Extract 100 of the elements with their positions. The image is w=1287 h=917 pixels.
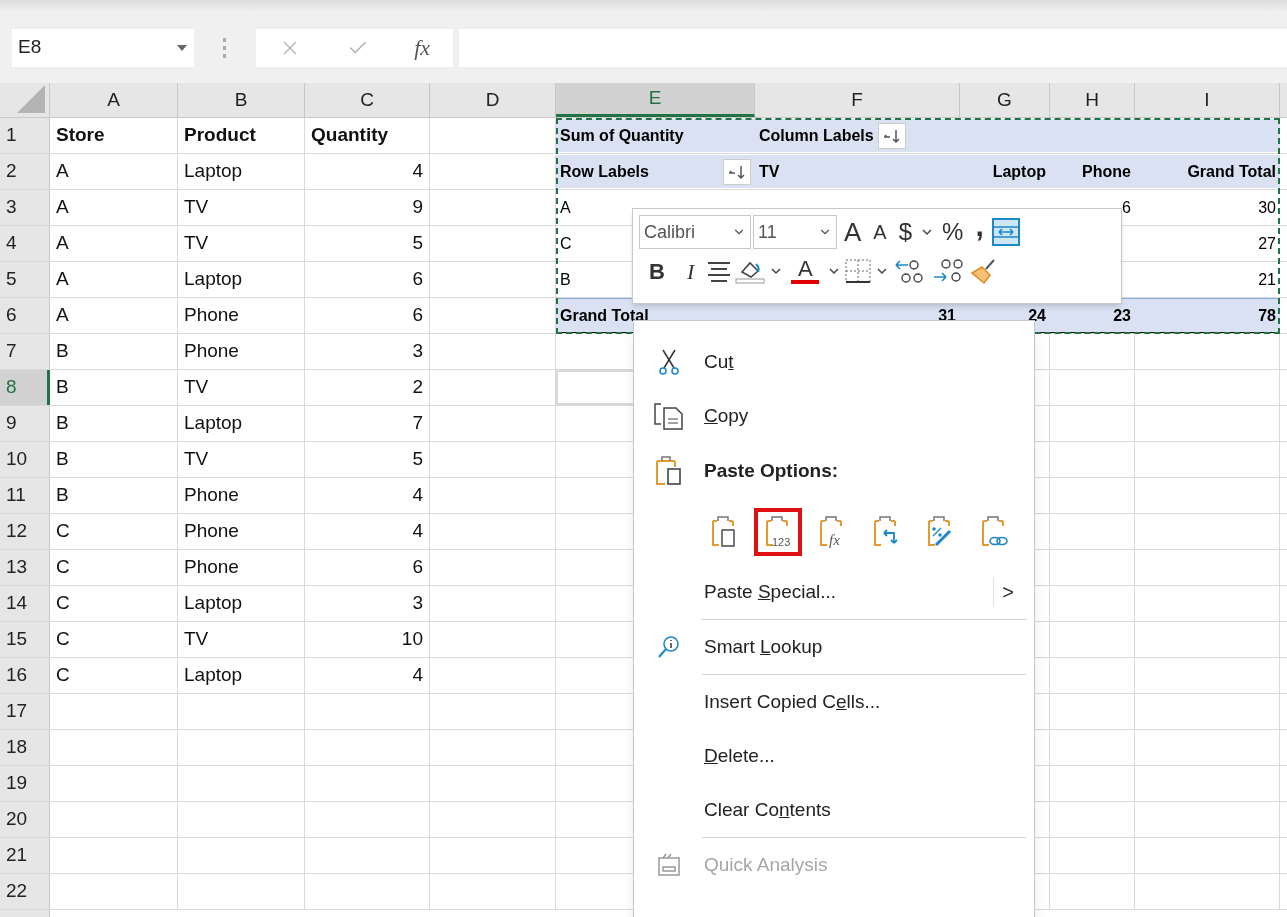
row-header[interactable]: 10: [0, 442, 50, 477]
row-header[interactable]: 14: [0, 586, 50, 621]
table-cell-text: Store: [56, 123, 105, 148]
font-color-button[interactable]: A: [786, 255, 825, 287]
menu-item[interactable]: Delete...: [634, 729, 1034, 783]
format-button[interactable]: %: [937, 216, 969, 248]
insert-function-button[interactable]: fx: [414, 31, 431, 64]
row-header[interactable]: 9: [0, 406, 50, 441]
table-cell-text: Phone: [184, 555, 239, 580]
table-cell-text: 5: [412, 231, 423, 256]
menu-item[interactable]: Copy: [634, 389, 1034, 443]
row-header[interactable]: 19: [0, 766, 50, 801]
pivot-cell-text: Column Labels: [759, 125, 874, 146]
column-header[interactable]: F: [755, 83, 960, 117]
filter-button[interactable]: [723, 158, 751, 185]
column-header[interactable]: C: [305, 83, 430, 117]
row-header[interactable]: 7: [0, 334, 50, 369]
column-header[interactable]: A: [50, 83, 178, 117]
pivot-column-header: TV: [755, 155, 960, 188]
row-header[interactable]: 18: [0, 730, 50, 765]
column-header[interactable]: G: [960, 83, 1050, 117]
row-header[interactable]: 1: [0, 118, 50, 153]
row-header[interactable]: 21: [0, 838, 50, 873]
table-cell-text: Phone: [184, 483, 239, 508]
table-cell-text: A: [56, 303, 69, 328]
row-header[interactable]: 22: [0, 874, 50, 909]
table-cell-text: A: [56, 231, 69, 256]
row-header[interactable]: 13: [0, 550, 50, 585]
pivot-column-header: Grand Total: [1135, 155, 1280, 188]
font-dropdown[interactable]: Calibri: [639, 215, 751, 249]
table-cell-text: Phone: [184, 303, 239, 328]
borders-icon[interactable]: [844, 258, 873, 284]
row-header[interactable]: 17: [0, 694, 50, 729]
table-cell-text: B: [56, 375, 69, 400]
table-cell-text: A: [56, 195, 69, 220]
table-cell-text: Laptop: [184, 159, 243, 184]
filter-button[interactable]: [877, 122, 906, 149]
row-header[interactable]: 2: [0, 154, 50, 189]
sort-icon: [727, 163, 747, 180]
table-cell-text: TV: [184, 627, 209, 652]
paste-option-button[interactable]: fx: [808, 508, 856, 556]
table-cell-text: Laptop: [184, 591, 243, 616]
pivot-cell: Sum of Quantity: [556, 119, 755, 152]
menu-item: Quick Analysis: [634, 838, 1034, 892]
paste-option-button[interactable]: 123: [754, 508, 802, 556]
row-header[interactable]: 15: [0, 622, 50, 657]
menu-item[interactable]: Clear Contents: [634, 783, 1034, 837]
wrap-icon[interactable]: [990, 217, 1021, 247]
align-icon[interactable]: [706, 260, 733, 282]
shrink-font-button[interactable]: A: [868, 216, 892, 248]
caret-icon[interactable]: [770, 267, 783, 275]
table-cell-text: Phone: [184, 339, 239, 364]
row-header[interactable]: 20: [0, 802, 50, 837]
row-header[interactable]: 5: [0, 262, 50, 297]
table-cell-text: 9: [412, 195, 423, 220]
row-header[interactable]: 11: [0, 478, 50, 513]
drag-handle-icon[interactable]: [222, 36, 228, 59]
comma-style-button[interactable]: ,: [970, 216, 989, 248]
table-cell-text: 10: [401, 627, 423, 652]
table-cell-text: 3: [412, 339, 423, 364]
table-cell-text: 4: [412, 483, 423, 508]
row-header[interactable]: 12: [0, 514, 50, 549]
column-header[interactable]: I: [1135, 83, 1280, 117]
column-header[interactable]: H: [1050, 83, 1135, 117]
menu-item[interactable]: Paste Special... >: [634, 565, 1034, 619]
table-cell-text: 4: [412, 519, 423, 544]
menu-item[interactable]: Insert Copied Cells...: [634, 675, 1034, 729]
table-cell-text: 4: [412, 663, 423, 688]
row-header[interactable]: 3: [0, 190, 50, 225]
table-cell-text: C: [56, 627, 70, 652]
table-cell-text: B: [56, 339, 69, 364]
search-icon: [656, 634, 682, 660]
format-button[interactable]: $: [893, 216, 918, 248]
menu-item[interactable]: Cut: [634, 335, 1034, 389]
row-header[interactable]: 6: [0, 298, 50, 333]
row-header[interactable]: 8: [0, 370, 50, 405]
table-cell-text: TV: [184, 195, 209, 220]
table-cell-text: 6: [412, 303, 423, 328]
quick-analysis-icon: [656, 852, 682, 878]
caret-icon[interactable]: [828, 267, 841, 275]
column-header[interactable]: B: [178, 83, 305, 117]
table-cell-text: TV: [184, 231, 209, 256]
pivot-column-header: Laptop: [960, 155, 1050, 188]
caret-icon[interactable]: [876, 267, 889, 275]
table-cell-text: 6: [412, 267, 423, 292]
row-header[interactable]: 16: [0, 658, 50, 693]
caret-icon[interactable]: [921, 228, 934, 236]
table-cell-text: Quantity: [311, 123, 389, 148]
menu-item[interactable]: Smart Lookup: [634, 620, 1034, 674]
row-header[interactable]: 4: [0, 226, 50, 261]
table-cell-text: 2: [412, 375, 423, 400]
table-cell-text: C: [56, 591, 70, 616]
name-box[interactable]: E8: [12, 28, 194, 67]
table-cell-text: Phone: [184, 519, 239, 544]
table-cell-text: TV: [184, 447, 209, 472]
caret-icon[interactable]: [176, 43, 188, 52]
table-cell-text: Laptop: [184, 411, 243, 436]
grow-font-button[interactable]: A: [839, 216, 867, 248]
column-header[interactable]: E: [556, 83, 755, 117]
font-size-dropdown[interactable]: 11: [753, 215, 837, 249]
